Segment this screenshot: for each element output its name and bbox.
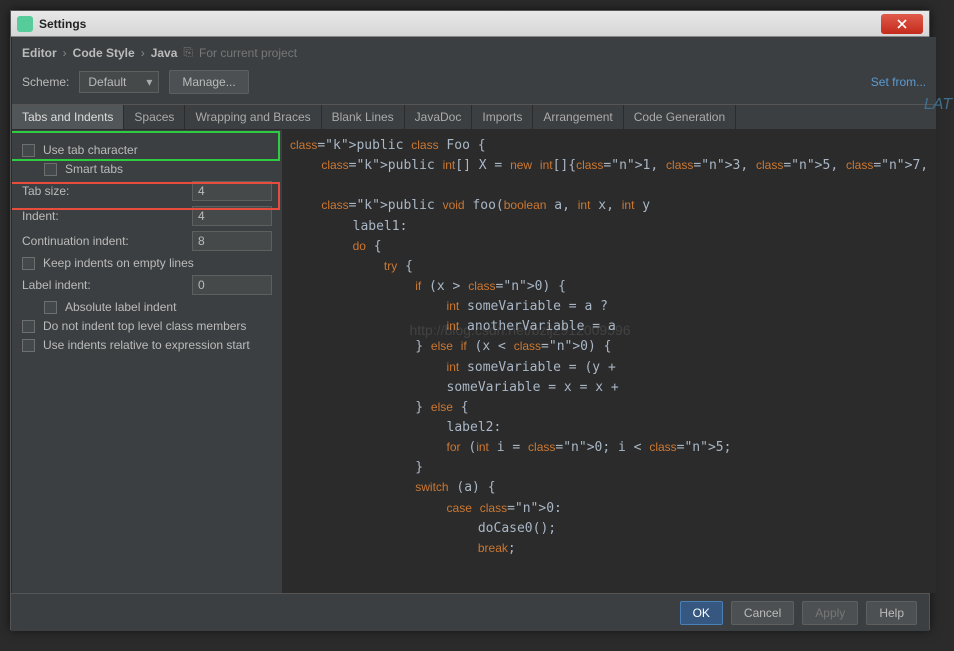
scheme-label: Scheme: — [22, 75, 69, 89]
dialog-footer: OK Cancel Apply Help — [11, 593, 929, 631]
smart-tabs-label: Smart tabs — [65, 162, 123, 176]
tab-code-generation[interactable]: Code Generation — [624, 105, 736, 129]
set-from-link[interactable]: Set from... — [871, 75, 926, 89]
breadcrumb: Editor› Code Style› Java ⎘ For current p… — [12, 37, 936, 66]
main-panel: Editor› Code Style› Java ⎘ For current p… — [12, 37, 936, 593]
absolute-label-indent-label: Absolute label indent — [65, 300, 176, 314]
scheme-select[interactable]: Default — [79, 71, 159, 93]
ok-button[interactable]: OK — [680, 601, 723, 625]
indent-input[interactable] — [192, 206, 272, 226]
titlebar[interactable]: Settings — [11, 11, 929, 37]
absolute-label-indent-row[interactable]: Absolute label indent — [22, 300, 272, 314]
tab-tabs-and-indents[interactable]: Tabs and Indents — [12, 105, 124, 129]
tab-bar: Tabs and IndentsSpacesWrapping and Brace… — [12, 104, 936, 130]
crumb-editor[interactable]: Editor — [22, 46, 57, 60]
tab-spaces[interactable]: Spaces — [124, 105, 185, 129]
code-preview: class="k">public class Foo { class="k">p… — [282, 130, 936, 593]
window-title: Settings — [39, 17, 86, 31]
crumb-codestyle[interactable]: Code Style — [73, 46, 135, 60]
scheme-row: Scheme: Default Manage... Set from... — [12, 66, 936, 104]
no-indent-top-label: Do not indent top level class members — [43, 319, 246, 333]
label-indent-label: Label indent: — [22, 278, 192, 292]
label-indent-row: Label indent: — [22, 275, 272, 295]
options-panel: Use tab character Smart tabs Tab size: I… — [12, 130, 282, 593]
app-icon — [17, 16, 33, 32]
tab-arrangement[interactable]: Arrangement — [533, 105, 623, 129]
use-relative-label: Use indents relative to expression start — [43, 338, 250, 352]
tab-blank-lines[interactable]: Blank Lines — [322, 105, 405, 129]
cancel-button[interactable]: Cancel — [731, 601, 794, 625]
use-tab-character-row[interactable]: Use tab character — [22, 143, 272, 157]
indent-label: Indent: — [22, 209, 192, 223]
tab-imports[interactable]: Imports — [472, 105, 533, 129]
crumb-hint: For current project — [199, 46, 297, 60]
apply-button[interactable]: Apply — [802, 601, 858, 625]
continuation-indent-label: Continuation indent: — [22, 234, 192, 248]
checkbox-icon[interactable] — [22, 144, 35, 157]
checkbox-icon[interactable] — [22, 339, 35, 352]
smart-tabs-row[interactable]: Smart tabs — [22, 162, 272, 176]
crumb-java[interactable]: Java — [151, 46, 178, 60]
use-tab-character-label: Use tab character — [43, 143, 138, 157]
checkbox-icon[interactable] — [44, 301, 57, 314]
continuation-indent-row: Continuation indent: — [22, 231, 272, 251]
no-indent-top-row[interactable]: Do not indent top level class members — [22, 319, 272, 333]
settings-dialog: Settings ▸Appearance & BehaviorKeymap▾Ed… — [10, 10, 930, 630]
help-button[interactable]: Help — [866, 601, 917, 625]
tab-wrapping-and-braces[interactable]: Wrapping and Braces — [185, 105, 321, 129]
continuation-indent-input[interactable] — [192, 231, 272, 251]
keep-indents-label: Keep indents on empty lines — [43, 256, 194, 270]
tab-size-row: Tab size: — [22, 181, 272, 201]
checkbox-icon[interactable] — [44, 163, 57, 176]
keep-indents-row[interactable]: Keep indents on empty lines — [22, 256, 272, 270]
background-text: LAT — [924, 96, 952, 114]
close-button[interactable] — [881, 14, 923, 34]
indent-row: Indent: — [22, 206, 272, 226]
tab-size-label: Tab size: — [22, 184, 192, 198]
use-relative-row[interactable]: Use indents relative to expression start — [22, 338, 272, 352]
checkbox-icon[interactable] — [22, 320, 35, 333]
close-icon — [897, 19, 907, 29]
checkbox-icon[interactable] — [22, 257, 35, 270]
tab-size-input[interactable] — [192, 181, 272, 201]
tab-javadoc[interactable]: JavaDoc — [405, 105, 473, 129]
manage-button[interactable]: Manage... — [169, 70, 248, 94]
label-indent-input[interactable] — [192, 275, 272, 295]
project-icon: ⎘ — [183, 45, 193, 60]
